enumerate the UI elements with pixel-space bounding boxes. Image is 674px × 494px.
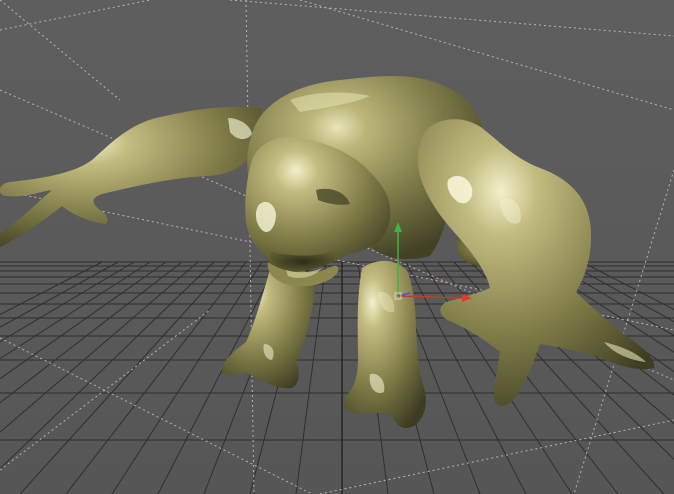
3d-viewport[interactable]	[0, 0, 674, 494]
viewport-canvas[interactable]	[0, 0, 674, 494]
